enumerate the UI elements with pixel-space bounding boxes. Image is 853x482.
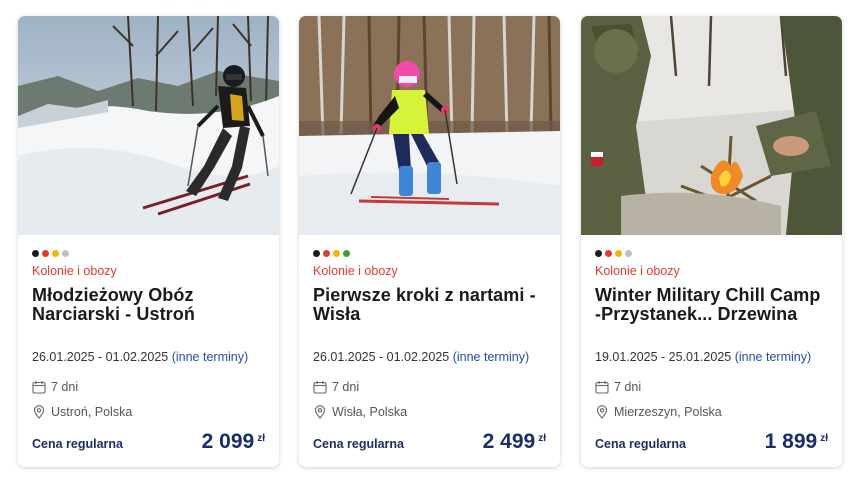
price: 1 899 zł	[765, 430, 828, 454]
location-pin-icon	[314, 405, 326, 419]
color-dots	[313, 250, 350, 257]
color-dot	[343, 250, 350, 257]
category-label: Kolonie i obozy	[595, 264, 680, 278]
color-dot	[42, 250, 49, 257]
price: 2 499 zł	[483, 430, 546, 454]
color-dot	[32, 250, 39, 257]
color-dot	[625, 250, 632, 257]
color-dot	[52, 250, 59, 257]
price-value: 2 499	[482, 430, 536, 453]
child-skier-photo[interactable]	[299, 16, 560, 235]
color-dots	[32, 250, 69, 257]
location-text: Mierzeszyn, Polska	[614, 405, 722, 419]
price-currency: zł	[257, 433, 265, 444]
color-dot	[323, 250, 330, 257]
color-dots	[595, 250, 632, 257]
color-dot	[595, 250, 602, 257]
offer-title[interactable]: Winter Military Chill Camp -Przystanek..…	[595, 286, 831, 324]
location-pin-icon	[596, 405, 608, 419]
date-range: 26.01.2025 - 01.02.2025 (inne terminy)	[32, 350, 248, 364]
price-label: Cena regularna	[32, 437, 124, 451]
offer-card[interactable]: Kolonie i obozy Młodzieżowy Obóz Narciar…	[18, 16, 279, 467]
color-dot	[615, 250, 622, 257]
location-text: Ustroń, Polska	[51, 405, 133, 419]
price-currency: zł	[820, 433, 828, 444]
duration: 7 dni	[313, 380, 359, 394]
calendar-icon	[595, 381, 609, 394]
location: Ustroń, Polska	[32, 405, 132, 419]
other-dates-link[interactable]: (inne terminy)	[453, 350, 529, 364]
price: 2 099 zł	[202, 430, 265, 454]
price-label: Cena regularna	[595, 437, 687, 451]
date-range: 19.01.2025 - 25.01.2025 (inne terminy)	[595, 350, 811, 364]
date-range: 26.01.2025 - 01.02.2025 (inne terminy)	[313, 350, 529, 364]
color-dot	[605, 250, 612, 257]
offer-title[interactable]: Młodzieżowy Obóz Narciarski - Ustroń	[32, 286, 268, 324]
duration-text: 7 dni	[51, 380, 79, 394]
other-dates-link[interactable]: (inne terminy)	[172, 350, 248, 364]
color-dot	[333, 250, 340, 257]
category-label: Kolonie i obozy	[32, 264, 117, 278]
offer-card[interactable]: Kolonie i obozy Winter Military Chill Ca…	[581, 16, 842, 467]
location-text: Wisła, Polska	[332, 405, 408, 419]
location: Mierzeszyn, Polska	[595, 405, 722, 419]
date-range-text: 26.01.2025 - 01.02.2025	[32, 350, 169, 364]
price-value: 2 099	[201, 430, 255, 453]
color-dot	[62, 250, 69, 257]
duration: 7 dni	[32, 380, 78, 394]
category-label: Kolonie i obozy	[313, 264, 398, 278]
price-value: 1 899	[764, 430, 818, 453]
location-pin-icon	[33, 405, 45, 419]
calendar-icon	[313, 381, 327, 394]
offer-card[interactable]: Kolonie i obozy Pierwsze kroki z nartami…	[299, 16, 560, 467]
offer-title[interactable]: Pierwsze kroki z nartami - Wisła	[313, 286, 549, 324]
duration: 7 dni	[595, 380, 641, 394]
price-label: Cena regularna	[313, 437, 405, 451]
location: Wisła, Polska	[313, 405, 407, 419]
color-dot	[313, 250, 320, 257]
skier-teen-photo[interactable]	[18, 16, 279, 235]
duration-text: 7 dni	[332, 380, 360, 394]
duration-text: 7 dni	[614, 380, 642, 394]
price-currency: zł	[538, 433, 546, 444]
date-range-text: 26.01.2025 - 01.02.2025	[313, 350, 450, 364]
campfire-soldiers-photo[interactable]	[581, 16, 842, 235]
other-dates-link[interactable]: (inne terminy)	[735, 350, 811, 364]
calendar-icon	[32, 381, 46, 394]
date-range-text: 19.01.2025 - 25.01.2025	[595, 350, 732, 364]
